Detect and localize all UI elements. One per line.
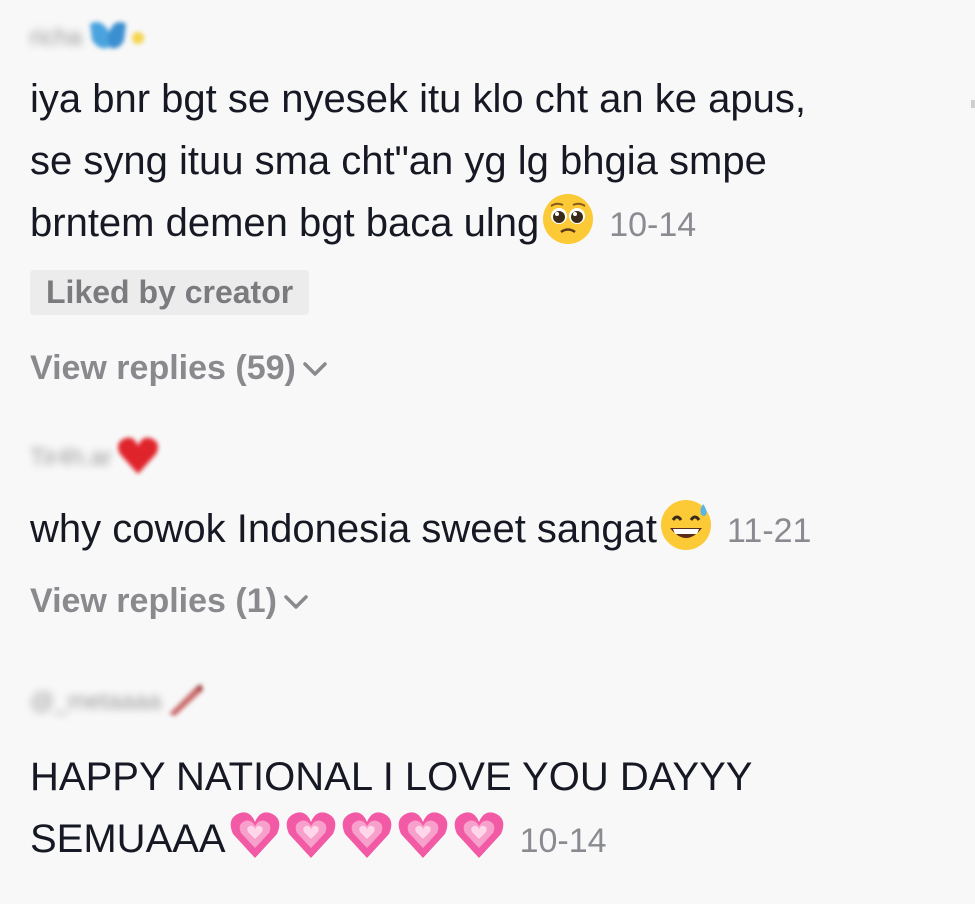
chevron-down-icon <box>303 361 327 376</box>
chevron-down-icon <box>284 594 308 609</box>
comment-date: 10-14 <box>519 822 607 860</box>
username-text[interactable]: @_metaaaa <box>30 688 161 716</box>
comment-username[interactable]: @_metaaaa <box>30 682 960 722</box>
comment-username[interactable]: richa <box>30 18 960 58</box>
comment-date: 11-21 <box>727 512 812 550</box>
growing-heart-icon <box>396 808 450 862</box>
view-replies-label: View replies (1) <box>30 582 277 620</box>
growing-heart-icon <box>452 808 506 862</box>
view-replies-button[interactable]: View replies (59) <box>30 349 960 388</box>
pleading-face-emoji-icon <box>541 192 595 246</box>
comment-username[interactable]: Tir4h.ar <box>30 436 960 481</box>
comment-item: @_metaaaa HAPPY NATIONAL I LOVE YOU DAYY… <box>30 682 960 872</box>
comment-text: HAPPY NATIONAL I LOVE YOU DAYYY SEMUAAA 1… <box>30 746 960 872</box>
growing-heart-icon <box>340 808 394 862</box>
username-text[interactable]: Tir4h.ar <box>30 444 112 472</box>
comment-body: why cowok Indonesia sweet sangat <box>30 507 658 551</box>
butterfly-icon <box>86 18 146 59</box>
growing-heart-icon <box>228 808 282 862</box>
comment-item: richa iya bnr bgt se nyesek itu klo cht … <box>30 18 960 388</box>
comment-text: why cowok Indonesia sweet sangat 11-21 <box>30 498 960 562</box>
comment-item: Tir4h.ar why cowok Indonesia sweet sanga… <box>30 436 960 621</box>
growing-heart-icon <box>284 808 338 862</box>
grinning-sweat-emoji-icon <box>659 498 713 552</box>
pen-icon <box>165 682 205 723</box>
view-replies-button[interactable]: View replies (1) <box>30 582 960 621</box>
liked-by-creator-badge: Liked by creator <box>30 270 310 315</box>
comment-date: 10-14 <box>609 206 697 244</box>
comment-text: iya bnr bgt se nyesek itu klo cht an ke … <box>30 68 960 256</box>
like-icon-edge[interactable] <box>971 100 975 108</box>
view-replies-label: View replies (59) <box>30 349 296 387</box>
username-text[interactable]: richa <box>30 24 82 52</box>
red-heart-icon <box>116 436 160 481</box>
